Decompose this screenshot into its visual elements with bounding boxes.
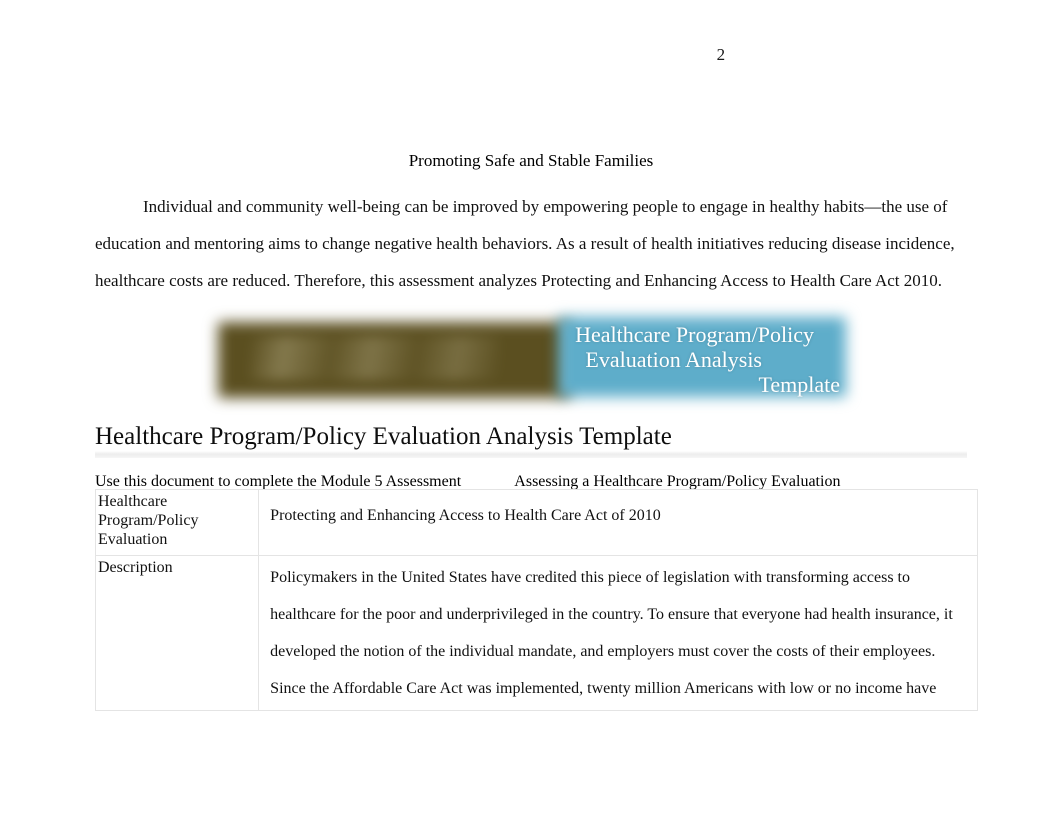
narrative-body: Promoting Safe and Stable Families Indiv… (95, 148, 967, 299)
row-value: Policymakers in the United States have c… (270, 569, 953, 697)
intro-paragraph: Individual and community well-being can … (95, 197, 955, 290)
page-bottom-cutoff (0, 718, 1062, 821)
heading-rule (95, 451, 967, 458)
instruction-right: Assessing a Healthcare Program/Policy Ev… (514, 473, 841, 490)
page-number: 2 (0, 44, 1062, 66)
row-label: Healthcare Program/Policy Evaluation (98, 493, 199, 548)
section-title: Promoting Safe and Stable Families (408, 151, 654, 170)
banner-title-line-3: Template (758, 372, 840, 397)
banner-title: Healthcare Program/Policy Evaluation Ana… (340, 322, 840, 397)
evaluation-template-table: Healthcare Program/Policy Evaluation Pro… (94, 489, 978, 711)
row-value-cell[interactable]: Protecting and Enhancing Access to Healt… (258, 489, 978, 556)
banner-title-line-1: Healthcare Program/Policy (575, 322, 814, 347)
instruction-left: Use this document to complete the Module… (95, 473, 462, 490)
banner-graphic: Healthcare Program/Policy Evaluation Ana… (190, 296, 880, 416)
row-label-cell: Healthcare Program/Policy Evaluation (94, 489, 260, 556)
table-row: Healthcare Program/Policy Evaluation Pro… (94, 489, 978, 556)
template-heading: Healthcare Program/Policy Evaluation Ana… (95, 423, 672, 450)
row-label-cell: Description (94, 555, 260, 711)
row-label: Description (98, 559, 173, 576)
banner-title-line-2: Evaluation Analysis (585, 347, 762, 372)
page-number-value: 2 (716, 45, 726, 64)
document-page: 2 Promoting Safe and Stable Families Ind… (0, 0, 1062, 821)
row-value-cell[interactable]: Policymakers in the United States have c… (258, 555, 978, 711)
table-row: Description Policymakers in the United S… (94, 555, 978, 711)
row-value: Protecting and Enhancing Access to Healt… (270, 507, 661, 524)
